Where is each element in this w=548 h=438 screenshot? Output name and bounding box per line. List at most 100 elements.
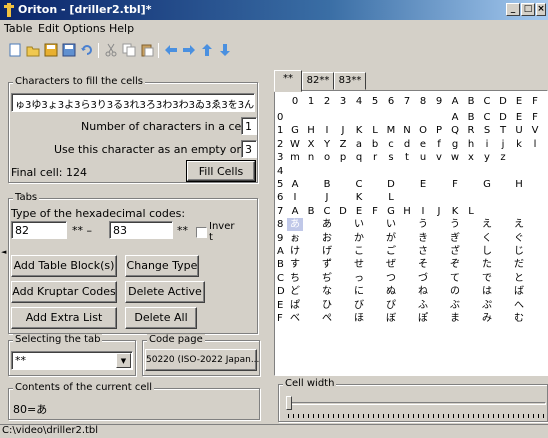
table-cell[interactable]: う xyxy=(447,218,463,231)
table-cell[interactable] xyxy=(335,178,351,191)
table-cell[interactable] xyxy=(511,191,527,204)
table-cell[interactable] xyxy=(287,111,303,124)
table-cell[interactable] xyxy=(367,285,383,298)
tab-from-input[interactable]: 82 xyxy=(11,221,67,239)
table-cell[interactable]: F xyxy=(447,178,463,191)
table-cell[interactable]: E xyxy=(351,205,367,218)
table-cell[interactable]: こ xyxy=(351,245,367,258)
table-cell[interactable]: た xyxy=(479,258,495,271)
table-cell[interactable]: S xyxy=(479,124,495,137)
table-cell[interactable]: X xyxy=(303,138,319,151)
table-cell[interactable] xyxy=(495,205,511,218)
table-cell[interactable]: は xyxy=(479,285,495,298)
menu-options[interactable]: Options xyxy=(63,22,105,35)
table-cell[interactable]: つ xyxy=(383,272,399,285)
table-cell[interactable] xyxy=(431,218,447,231)
table-cell[interactable] xyxy=(415,111,431,124)
table-cell[interactable] xyxy=(479,191,495,204)
table-cell[interactable] xyxy=(335,191,351,204)
table-cell[interactable]: ぼ xyxy=(383,312,399,325)
tab-select[interactable]: ** xyxy=(11,351,133,370)
table-cell[interactable] xyxy=(303,111,319,124)
table-cell[interactable]: ま xyxy=(447,312,463,325)
minimize-button[interactable]: _ xyxy=(506,3,520,16)
table-cell[interactable]: V xyxy=(527,124,543,137)
table-cell[interactable] xyxy=(319,165,335,178)
table-cell[interactable]: L xyxy=(383,191,399,204)
table-cell[interactable] xyxy=(527,178,543,191)
table-cell[interactable] xyxy=(495,178,511,191)
table-cell[interactable]: i xyxy=(479,138,495,151)
table-cell[interactable] xyxy=(367,111,383,124)
table-cell[interactable]: l xyxy=(527,138,543,151)
table-cell[interactable]: あ xyxy=(319,218,335,231)
table-cell[interactable] xyxy=(527,218,543,231)
cell-width-slider-thumb[interactable] xyxy=(286,396,292,410)
table-cell[interactable]: y xyxy=(479,151,495,164)
table-cell[interactable] xyxy=(495,191,511,204)
table-cell[interactable]: x xyxy=(463,151,479,164)
table-cell[interactable]: け xyxy=(287,245,303,258)
tab-82[interactable]: 82** xyxy=(302,72,334,90)
table-cell[interactable] xyxy=(527,312,543,325)
table-cell[interactable]: e xyxy=(415,138,431,151)
table-cell[interactable]: D xyxy=(495,111,511,124)
table-cell[interactable] xyxy=(431,258,447,271)
table-cell[interactable] xyxy=(303,191,319,204)
save-as-icon[interactable] xyxy=(62,43,76,57)
table-cell[interactable]: p xyxy=(335,151,351,164)
table-cell[interactable]: え xyxy=(479,218,495,231)
delete-active-button[interactable]: Delete Active xyxy=(125,281,205,303)
table-cell[interactable] xyxy=(319,111,335,124)
table-cell[interactable]: m xyxy=(287,151,303,164)
table-cell[interactable]: C xyxy=(351,178,367,191)
code-page-button[interactable]: 50220 (ISO-2022 Japan... xyxy=(145,349,259,371)
tab-to-input[interactable]: 83 xyxy=(109,221,173,239)
table-cell[interactable]: さ xyxy=(415,245,431,258)
table-cell[interactable] xyxy=(511,165,527,178)
table-cell[interactable] xyxy=(527,191,543,204)
table-cell[interactable] xyxy=(399,299,415,312)
table-cell[interactable]: L xyxy=(367,124,383,137)
table-cell[interactable] xyxy=(463,165,479,178)
arrow-right-icon[interactable] xyxy=(182,43,196,57)
table-cell[interactable] xyxy=(479,165,495,178)
table-cell[interactable]: ず xyxy=(319,258,335,271)
table-cell[interactable] xyxy=(431,285,447,298)
table-cell[interactable]: H xyxy=(511,178,527,191)
table-cell[interactable]: I xyxy=(319,124,335,137)
table-cell[interactable] xyxy=(463,178,479,191)
table-cell[interactable]: Y xyxy=(319,138,335,151)
table-cell[interactable]: そ xyxy=(415,258,431,271)
table-cell[interactable]: K xyxy=(447,205,463,218)
table-cell[interactable] xyxy=(367,299,383,312)
table-cell[interactable]: I xyxy=(287,191,303,204)
table-cell[interactable] xyxy=(463,232,479,245)
maximize-button[interactable]: □ xyxy=(521,3,535,16)
table-cell[interactable] xyxy=(335,232,351,245)
table-cell[interactable]: A xyxy=(447,111,463,124)
table-cell[interactable] xyxy=(463,245,479,258)
table-cell[interactable]: お xyxy=(319,232,335,245)
table-cell[interactable] xyxy=(303,218,319,231)
table-cell[interactable]: ぜ xyxy=(383,258,399,271)
table-cell[interactable]: ぺ xyxy=(319,312,335,325)
code-table-grid[interactable]: 0123456789ABCDEF0ABCDEF1GHIJKLMNOPQRSTUV… xyxy=(274,90,548,376)
table-cell[interactable]: ほ xyxy=(351,312,367,325)
menu-table[interactable]: Table xyxy=(4,22,32,35)
table-cell[interactable] xyxy=(303,299,319,312)
table-cell[interactable]: L xyxy=(463,205,479,218)
table-cell[interactable]: H xyxy=(399,205,415,218)
add-kruptar-codes-button[interactable]: Add Kruptar Codes xyxy=(11,281,117,303)
table-cell[interactable] xyxy=(463,312,479,325)
table-cell[interactable] xyxy=(303,272,319,285)
table-cell[interactable] xyxy=(399,285,415,298)
table-cell[interactable] xyxy=(399,218,415,231)
table-cell[interactable]: P xyxy=(431,124,447,137)
table-cell[interactable] xyxy=(463,218,479,231)
table-cell[interactable]: う xyxy=(415,218,431,231)
table-cell[interactable] xyxy=(399,178,415,191)
table-cell[interactable]: E xyxy=(511,111,527,124)
save-icon[interactable] xyxy=(44,43,58,57)
table-cell[interactable]: G xyxy=(479,178,495,191)
